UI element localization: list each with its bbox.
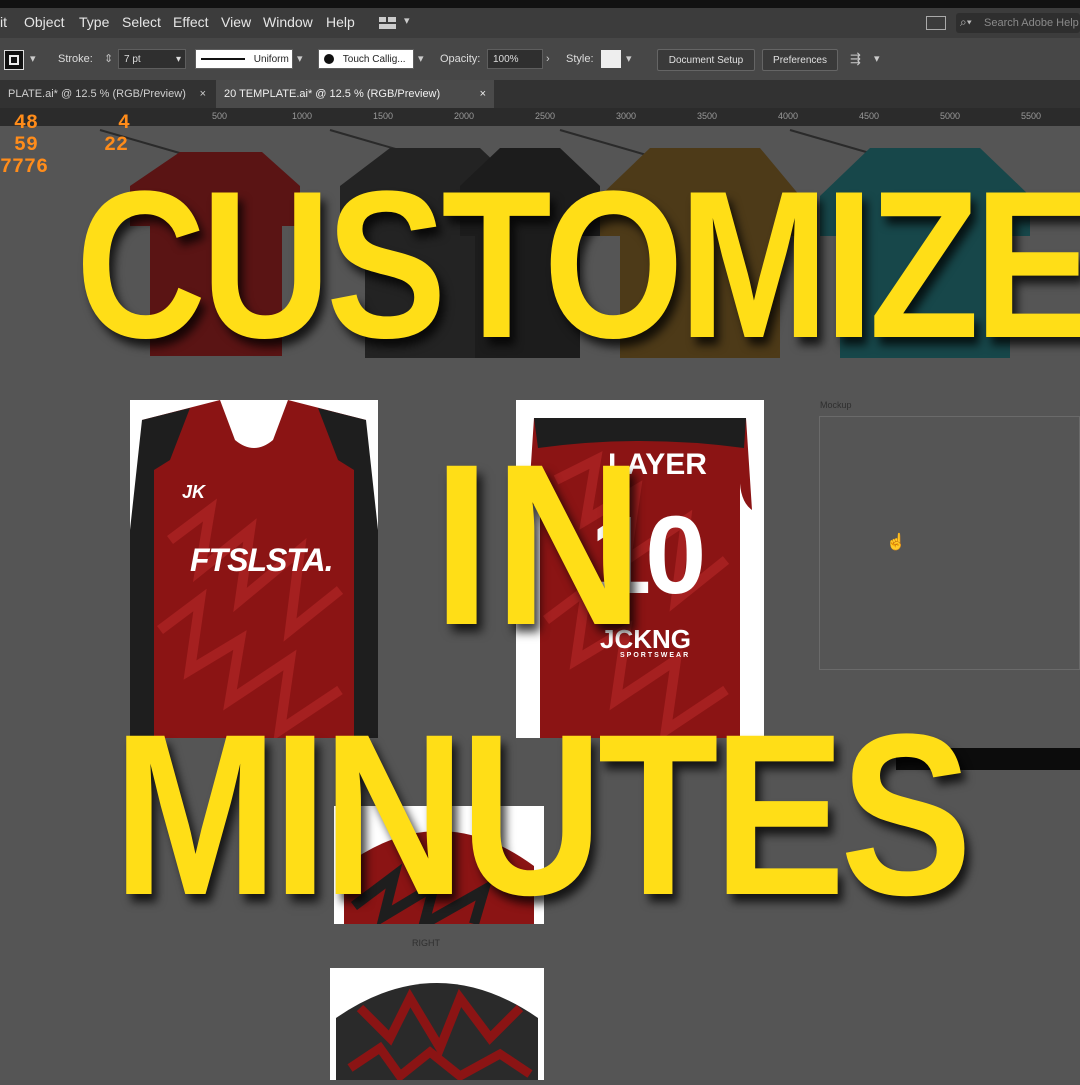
headline-line-3: MINUTES xyxy=(113,686,972,943)
search-field[interactable]: ⌕▾ Search Adobe Help xyxy=(956,13,1080,33)
style-label: Style: xyxy=(566,53,594,65)
menu-object[interactable]: Object xyxy=(24,14,64,30)
chevron-down-icon[interactable]: ▾ xyxy=(418,49,424,69)
stroke-weight-input[interactable]: 7 pt ▾ xyxy=(118,49,186,69)
ruler-tick: 1000 xyxy=(292,111,313,121)
close-icon[interactable]: × xyxy=(480,80,486,108)
opacity-input[interactable]: 100% xyxy=(487,49,543,69)
stepper-icon[interactable]: ⇕ xyxy=(104,49,113,69)
workspace-switcher-icon[interactable] xyxy=(378,15,398,31)
chevron-down-icon[interactable]: ▾ xyxy=(404,14,410,27)
ruler-tick: 500 xyxy=(212,111,228,121)
control-bar: ▾ Stroke: ⇕ 7 pt ▾ Uniform ▾ Touch Callig… xyxy=(0,38,1080,80)
opacity-label: Opacity: xyxy=(440,53,481,65)
tab-plate-document[interactable]: PLATE.ai* @ 12.5 % (RGB/Preview) × xyxy=(0,80,212,108)
hud-value: 4 xyxy=(118,112,131,135)
headline-line-1: CUSTOMIZE xyxy=(75,147,1080,382)
ruler-tick: 2500 xyxy=(535,111,556,121)
menu-view[interactable]: View xyxy=(221,14,251,30)
menu-select[interactable]: Select xyxy=(122,14,161,30)
window-top-edge xyxy=(0,0,1080,8)
ruler-tick: 1500 xyxy=(373,111,394,121)
ruler-tick: 4000 xyxy=(778,111,799,121)
document-tabs: PLATE.ai* @ 12.5 % (RGB/Preview) × 20 TE… xyxy=(0,80,1080,108)
right-sleeve-artboard[interactable] xyxy=(330,968,544,1083)
variable-width-profile-select[interactable]: Uniform xyxy=(195,49,293,69)
artboard-canvas[interactable]: 48 4 59 22 7776 JK FTSLSTA. LAYER 10 JCK… xyxy=(0,112,1080,1083)
close-icon[interactable]: × xyxy=(200,80,206,108)
menu-help[interactable]: Help xyxy=(326,14,355,30)
chevron-right-icon[interactable]: › xyxy=(546,49,550,69)
right-sleeve-graphic xyxy=(336,983,538,1083)
menu-bar: it Object Type Select Effect View Window… xyxy=(0,8,1080,38)
menu-window[interactable]: Window xyxy=(263,14,313,30)
menu-edit[interactable]: it xyxy=(0,14,7,30)
style-swatch[interactable] xyxy=(601,50,621,68)
tab-template-document[interactable]: 20 TEMPLATE.ai* @ 12.5 % (RGB/Preview) × xyxy=(216,80,494,108)
preferences-button[interactable]: Preferences xyxy=(762,49,838,71)
chevron-down-icon[interactable]: ▾ xyxy=(626,49,632,69)
ruler-tick: 5000 xyxy=(940,111,961,121)
search-placeholder: Search Adobe Help xyxy=(984,17,1079,29)
menu-type[interactable]: Type xyxy=(79,14,109,30)
headline-line-2: IN xyxy=(432,416,648,673)
ruler-tick: 3500 xyxy=(697,111,718,121)
stroke-label: Stroke: xyxy=(58,53,93,65)
menu-effect[interactable]: Effect xyxy=(173,14,209,30)
chevron-down-icon[interactable]: ▾ xyxy=(874,49,880,69)
chevron-down-icon[interactable]: ▾ xyxy=(30,49,36,69)
search-icon: ⌕▾ xyxy=(960,15,972,29)
stroke-swatch[interactable] xyxy=(4,50,24,70)
hud-value: 48 xyxy=(14,112,39,135)
mockup-artboard-label: Mockup xyxy=(820,400,852,410)
ruler-tick: 5500 xyxy=(1021,111,1042,121)
hud-value: 7776 xyxy=(0,156,49,179)
horizontal-ruler[interactable]: 500 1000 1500 2000 2500 3000 3500 4000 4… xyxy=(0,108,1080,127)
arrange-icon[interactable]: ⇶ xyxy=(850,49,861,69)
document-setup-button[interactable]: Document Setup xyxy=(657,49,755,71)
ruler-tick: 4500 xyxy=(859,111,880,121)
arrange-documents-icon[interactable] xyxy=(926,16,946,30)
ruler-tick: 3000 xyxy=(616,111,637,121)
hud-value: 59 xyxy=(14,134,39,157)
brush-definition-select[interactable]: Touch Callig... xyxy=(318,49,414,69)
ruler-tick: 2000 xyxy=(454,111,475,121)
chevron-down-icon[interactable]: ▾ xyxy=(297,49,303,69)
